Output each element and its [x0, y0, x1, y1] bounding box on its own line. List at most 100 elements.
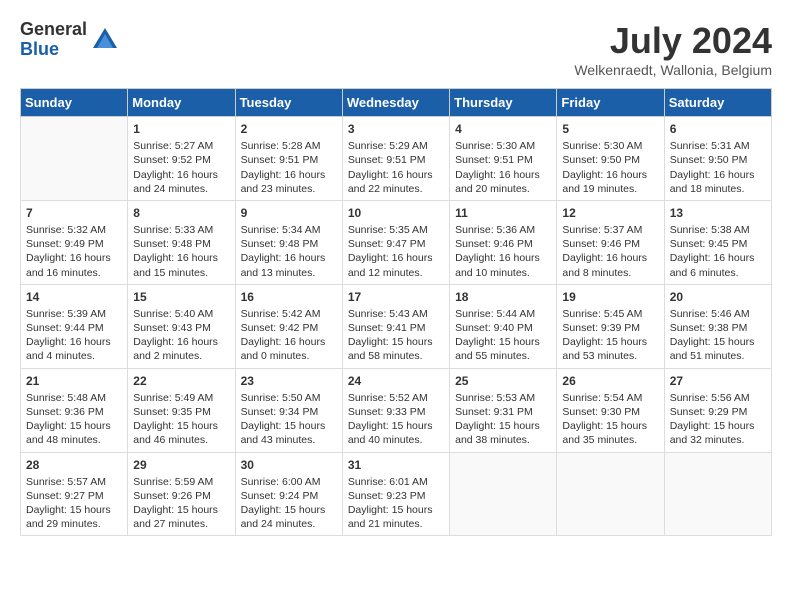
weekday-header: Friday: [557, 89, 664, 117]
calendar-week-row: 28Sunrise: 5:57 AM Sunset: 9:27 PM Dayli…: [21, 452, 772, 536]
calendar-cell: 21Sunrise: 5:48 AM Sunset: 9:36 PM Dayli…: [21, 368, 128, 452]
calendar-cell: 29 Sunrise: 5:59 AM Sunset: 9:26 PM Dayli…: [128, 452, 235, 536]
day-info: Sunrise: 5:27 AM Sunset: 9:52 PM Dayligh…: [133, 139, 229, 196]
calendar-cell: 24 Sunrise: 5:52 AM Sunset: 9:33 PM Dayli…: [342, 368, 449, 452]
day-info: Sunrise: 5:30 AM Sunset: 9:51 PM Dayligh…: [455, 139, 551, 196]
day-info: Sunrise: 5:48 AM Sunset: 9:36 PM Dayligh…: [26, 391, 122, 448]
calendar-cell: 23 Sunrise: 5:50 AM Sunset: 9:34 PM Dayli…: [235, 368, 342, 452]
calendar-cell: 26Sunrise: 5:54 AM Sunset: 9:30 PM Dayli…: [557, 368, 664, 452]
day-number: 12: [562, 205, 658, 221]
calendar-cell: 2Sunrise: 5:28 AM Sunset: 9:51 PM Daylig…: [235, 117, 342, 201]
weekday-header: Thursday: [450, 89, 557, 117]
weekday-header: Sunday: [21, 89, 128, 117]
day-number: 20: [670, 289, 766, 305]
day-number: 30: [241, 457, 337, 473]
calendar-cell: 13 Sunrise: 5:38 AM Sunset: 9:45 PM Dayli…: [664, 200, 771, 284]
calendar-cell: 9 Sunrise: 5:34 AM Sunset: 9:48 PM Daylig…: [235, 200, 342, 284]
day-info: Sunrise: 5:33 AM Sunset: 9:48 PM Dayligh…: [133, 223, 229, 280]
weekday-header: Tuesday: [235, 89, 342, 117]
calendar-table: SundayMondayTuesdayWednesdayThursdayFrid…: [20, 88, 772, 536]
logo-icon: [91, 26, 119, 54]
day-info: Sunrise: 5:32 AM Sunset: 9:49 PM Dayligh…: [26, 223, 122, 280]
day-info: Sunrise: 5:35 AM Sunset: 9:47 PM Dayligh…: [348, 223, 444, 280]
day-number: 28: [26, 457, 122, 473]
day-info: Sunrise: 5:38 AM Sunset: 9:45 PM Dayligh…: [670, 223, 766, 280]
weekday-header-row: SundayMondayTuesdayWednesdayThursdayFrid…: [21, 89, 772, 117]
calendar-cell: [664, 452, 771, 536]
calendar-cell: 6Sunrise: 5:31 AM Sunset: 9:50 PM Daylig…: [664, 117, 771, 201]
title-block: July 2024 Welkenraedt, Wallonia, Belgium: [574, 20, 772, 78]
calendar-cell: [21, 117, 128, 201]
day-number: 23: [241, 373, 337, 389]
day-number: 13: [670, 205, 766, 221]
calendar-cell: 19Sunrise: 5:45 AM Sunset: 9:39 PM Dayli…: [557, 284, 664, 368]
day-number: 10: [348, 205, 444, 221]
day-info: Sunrise: 6:00 AM Sunset: 9:24 PM Dayligh…: [241, 475, 337, 532]
day-info: Sunrise: 5:46 AM Sunset: 9:38 PM Dayligh…: [670, 307, 766, 364]
day-info: Sunrise: 5:50 AM Sunset: 9:34 PM Dayligh…: [241, 391, 337, 448]
location: Welkenraedt, Wallonia, Belgium: [574, 62, 772, 78]
day-number: 9: [241, 205, 337, 221]
day-info: Sunrise: 5:59 AM Sunset: 9:26 PM Dayligh…: [133, 475, 229, 532]
day-number: 27: [670, 373, 766, 389]
day-info: Sunrise: 5:28 AM Sunset: 9:51 PM Dayligh…: [241, 139, 337, 196]
day-info: Sunrise: 5:30 AM Sunset: 9:50 PM Dayligh…: [562, 139, 658, 196]
day-number: 26: [562, 373, 658, 389]
day-number: 8: [133, 205, 229, 221]
day-number: 11: [455, 205, 551, 221]
day-number: 24: [348, 373, 444, 389]
calendar-cell: 27 Sunrise: 5:56 AM Sunset: 9:29 PM Dayli…: [664, 368, 771, 452]
day-number: 6: [670, 121, 766, 137]
day-number: 29: [133, 457, 229, 473]
calendar-cell: 22Sunrise: 5:49 AM Sunset: 9:35 PM Dayli…: [128, 368, 235, 452]
day-info: Sunrise: 5:34 AM Sunset: 9:48 PM Dayligh…: [241, 223, 337, 280]
day-info: Sunrise: 5:36 AM Sunset: 9:46 PM Dayligh…: [455, 223, 551, 280]
calendar-cell: 7Sunrise: 5:32 AM Sunset: 9:49 PM Daylig…: [21, 200, 128, 284]
calendar-cell: 1Sunrise: 5:27 AM Sunset: 9:52 PM Daylig…: [128, 117, 235, 201]
day-info: Sunrise: 5:56 AM Sunset: 9:29 PM Dayligh…: [670, 391, 766, 448]
day-info: Sunrise: 5:43 AM Sunset: 9:41 PM Dayligh…: [348, 307, 444, 364]
weekday-header: Saturday: [664, 89, 771, 117]
day-info: Sunrise: 5:29 AM Sunset: 9:51 PM Dayligh…: [348, 139, 444, 196]
day-info: Sunrise: 5:42 AM Sunset: 9:42 PM Dayligh…: [241, 307, 337, 364]
calendar-cell: 16 Sunrise: 5:42 AM Sunset: 9:42 PM Dayli…: [235, 284, 342, 368]
logo-blue: Blue: [20, 40, 87, 60]
weekday-header: Wednesday: [342, 89, 449, 117]
day-number: 4: [455, 121, 551, 137]
day-info: Sunrise: 6:01 AM Sunset: 9:23 PM Dayligh…: [348, 475, 444, 532]
page-header: General Blue July 2024 Welkenraedt, Wall…: [20, 20, 772, 78]
calendar-cell: [450, 452, 557, 536]
day-number: 17: [348, 289, 444, 305]
day-info: Sunrise: 5:39 AM Sunset: 9:44 PM Dayligh…: [26, 307, 122, 364]
day-number: 19: [562, 289, 658, 305]
calendar-cell: 28Sunrise: 5:57 AM Sunset: 9:27 PM Dayli…: [21, 452, 128, 536]
calendar-cell: 30 Sunrise: 6:00 AM Sunset: 9:24 PM Dayli…: [235, 452, 342, 536]
day-number: 31: [348, 457, 444, 473]
day-number: 25: [455, 373, 551, 389]
calendar-cell: 8 Sunrise: 5:33 AM Sunset: 9:48 PM Daylig…: [128, 200, 235, 284]
day-number: 15: [133, 289, 229, 305]
calendar-cell: 20 Sunrise: 5:46 AM Sunset: 9:38 PM Dayli…: [664, 284, 771, 368]
day-info: Sunrise: 5:37 AM Sunset: 9:46 PM Dayligh…: [562, 223, 658, 280]
calendar-cell: 25 Sunrise: 5:53 AM Sunset: 9:31 PM Dayli…: [450, 368, 557, 452]
calendar-cell: 15Sunrise: 5:40 AM Sunset: 9:43 PM Dayli…: [128, 284, 235, 368]
weekday-header: Monday: [128, 89, 235, 117]
day-number: 5: [562, 121, 658, 137]
calendar-cell: 12 Sunrise: 5:37 AM Sunset: 9:46 PM Dayli…: [557, 200, 664, 284]
day-number: 16: [241, 289, 337, 305]
day-info: Sunrise: 5:53 AM Sunset: 9:31 PM Dayligh…: [455, 391, 551, 448]
day-number: 14: [26, 289, 122, 305]
calendar-cell: 17 Sunrise: 5:43 AM Sunset: 9:41 PM Dayli…: [342, 284, 449, 368]
logo: General Blue: [20, 20, 119, 60]
calendar-cell: 14 Sunrise: 5:39 AM Sunset: 9:44 PM Dayli…: [21, 284, 128, 368]
month-title: July 2024: [574, 20, 772, 62]
calendar-cell: 3Sunrise: 5:29 AM Sunset: 9:51 PM Daylig…: [342, 117, 449, 201]
day-info: Sunrise: 5:52 AM Sunset: 9:33 PM Dayligh…: [348, 391, 444, 448]
calendar-cell: 4 Sunrise: 5:30 AM Sunset: 9:51 PM Daylig…: [450, 117, 557, 201]
day-number: 22: [133, 373, 229, 389]
calendar-cell: 18Sunrise: 5:44 AM Sunset: 9:40 PM Dayli…: [450, 284, 557, 368]
calendar-cell: 31 Sunrise: 6:01 AM Sunset: 9:23 PM Dayli…: [342, 452, 449, 536]
calendar-week-row: 1Sunrise: 5:27 AM Sunset: 9:52 PM Daylig…: [21, 117, 772, 201]
calendar-week-row: 14 Sunrise: 5:39 AM Sunset: 9:44 PM Dayli…: [21, 284, 772, 368]
day-number: 18: [455, 289, 551, 305]
